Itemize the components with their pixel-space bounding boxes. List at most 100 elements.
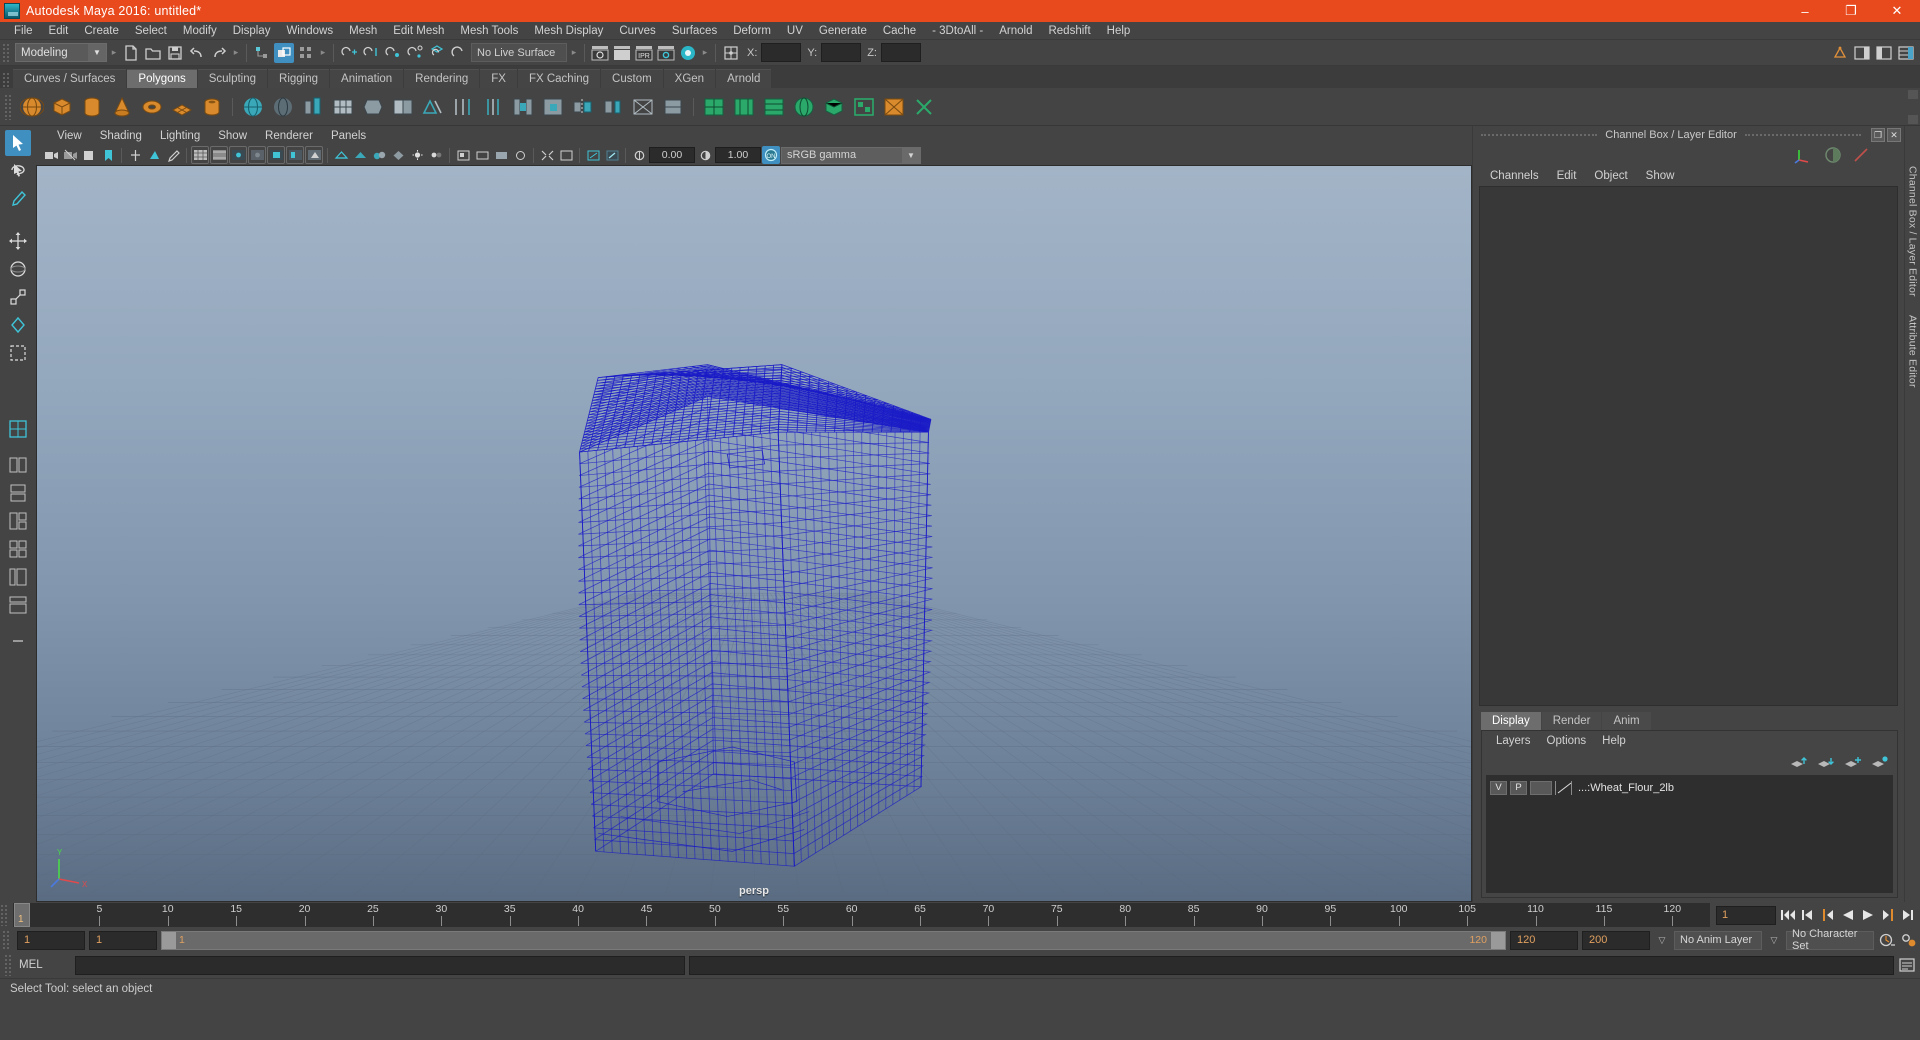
polygon-torus-icon[interactable] [139, 94, 165, 120]
menu-help[interactable]: Help [1099, 22, 1139, 40]
shelf-icons-grip[interactable] [4, 93, 12, 120]
combine-icon[interactable] [390, 94, 416, 120]
close-button[interactable]: ✕ [1874, 0, 1920, 22]
color-pick-icon[interactable] [603, 146, 621, 164]
shelf-tab-curves-surfaces[interactable]: Curves / Surfaces [13, 69, 127, 88]
append-polygon-icon[interactable] [420, 94, 446, 120]
polygon-sphere-icon[interactable] [19, 94, 45, 120]
time-slider-playhead[interactable]: 1 [14, 903, 30, 927]
section-collapse-icon-4[interactable]: ▸ [569, 44, 579, 62]
automatic-uv-icon[interactable] [821, 94, 847, 120]
show-hide-modeling-toolkit-icon[interactable] [1830, 43, 1850, 63]
gamma-input[interactable] [715, 147, 761, 163]
use-default-material-icon[interactable] [389, 146, 407, 164]
menu-surfaces[interactable]: Surfaces [664, 22, 725, 40]
shelf-tab-custom[interactable]: Custom [601, 69, 663, 88]
time-slider[interactable]: 1 5 10 15 20 25 30 35 40 45 50 55 60 65 70 75 80 85 90 95 1… [13, 903, 1710, 927]
play-forwards-button[interactable] [1860, 905, 1876, 925]
motion-blur-icon[interactable] [473, 146, 491, 164]
shelf-tab-fx-caching[interactable]: FX Caching [517, 69, 601, 88]
layer-display-type-toggle[interactable] [1530, 780, 1552, 795]
display-layer-list[interactable]: V P ...:Wheat_Flour_2lb [1486, 775, 1893, 893]
coord-z-input[interactable] [880, 43, 921, 62]
section-collapse-icon-3[interactable]: ▸ [318, 44, 328, 62]
next-key-button[interactable] [1880, 905, 1896, 925]
mirror-geometry-icon[interactable] [570, 94, 596, 120]
polygon-cone-icon[interactable] [109, 94, 135, 120]
shade-textured-icon[interactable] [370, 146, 388, 164]
auto-keyframe-toggle-icon[interactable] [1878, 930, 1896, 950]
select-by-component-type-button[interactable] [296, 43, 316, 63]
channelbox-content-area[interactable] [1479, 186, 1898, 706]
depth-of-field-icon[interactable] [511, 146, 529, 164]
range-handle-right[interactable] [1491, 931, 1505, 949]
select-by-hierarchy-button[interactable] [252, 43, 272, 63]
paint-select-tool-icon[interactable] [5, 186, 31, 212]
bevel-icon[interactable] [360, 94, 386, 120]
range-handle-left[interactable] [162, 931, 176, 949]
sphere-smooth-icon[interactable] [270, 94, 296, 120]
render-sequence-icon[interactable] [612, 43, 632, 63]
snap-to-grid-icon[interactable] [339, 43, 359, 63]
layer-name-label[interactable]: ...:Wheat_Flour_2lb [1578, 782, 1674, 794]
lasso-tool-icon[interactable] [5, 158, 31, 184]
xray-icon[interactable] [286, 146, 304, 164]
create-new-layer-icon[interactable] [1844, 755, 1862, 769]
minimize-button[interactable]: – [1782, 0, 1828, 22]
mel-output-field[interactable] [689, 955, 1894, 975]
exposure-input[interactable] [649, 147, 695, 163]
resolution-gate-icon[interactable] [229, 146, 247, 164]
planar-uv-icon[interactable] [731, 94, 757, 120]
new-scene-button[interactable] [121, 43, 141, 63]
move-tool-icon[interactable] [5, 228, 31, 254]
snap-to-curve-icon[interactable] [361, 43, 381, 63]
layout-two-pane-stacked-icon[interactable] [5, 480, 31, 506]
film-gate-icon[interactable] [210, 146, 228, 164]
move-layer-down-icon[interactable] [1817, 755, 1835, 769]
soft-select-icon[interactable] [5, 340, 31, 366]
melrow-grip[interactable] [4, 954, 12, 976]
layout-three-pane-icon[interactable] [5, 508, 31, 534]
layout-two-pane-side-icon[interactable] [5, 452, 31, 478]
show-hide-tool-settings-icon[interactable] [1874, 43, 1894, 63]
script-editor-icon[interactable] [1898, 955, 1916, 975]
anim-end-input[interactable] [1582, 930, 1650, 950]
menu-mesh-tools[interactable]: Mesh Tools [452, 22, 526, 40]
menu-arnold[interactable]: Arnold [991, 22, 1040, 40]
menu-mesh-display[interactable]: Mesh Display [526, 22, 611, 40]
snap-to-projected-center-icon[interactable] [405, 43, 425, 63]
exposure-region-icon[interactable] [267, 146, 285, 164]
viewport-menu-shading[interactable]: Shading [91, 130, 151, 142]
channelbox-menu-object[interactable]: Object [1585, 170, 1636, 182]
coord-x-input[interactable] [761, 43, 802, 62]
vtab-attribute-editor[interactable]: Attribute Editor [1907, 311, 1919, 392]
snap-to-view-planes-icon[interactable] [427, 43, 447, 63]
vtab-channel-box-layer-editor[interactable]: Channel Box / Layer Editor [1907, 162, 1919, 301]
sphere-sculpt-icon[interactable] [240, 94, 266, 120]
lighting-icon[interactable] [408, 146, 426, 164]
image-plane-icon[interactable] [126, 146, 144, 164]
scale-tool-icon[interactable] [5, 284, 31, 310]
current-frame-input[interactable] [1716, 905, 1776, 925]
uv-editor-icon[interactable] [701, 94, 727, 120]
anim-layer-dropdown-icon[interactable]: ▽ [1654, 931, 1670, 950]
red-slash-icon[interactable] [1852, 146, 1870, 164]
step-forward-button[interactable] [1900, 905, 1916, 925]
rotate-tool-icon[interactable] [5, 256, 31, 282]
shelf-tab-xgen[interactable]: XGen [663, 69, 716, 88]
viewport-menu-renderer[interactable]: Renderer [256, 130, 322, 142]
color-management-selector[interactable]: sRGB gamma ▼ [781, 146, 921, 164]
gamma-icon[interactable] [696, 146, 714, 164]
menu-edit[interactable]: Edit [41, 22, 77, 40]
menu-uv[interactable]: UV [779, 22, 811, 40]
open-scene-button[interactable] [143, 43, 163, 63]
channelbox-menu-edit[interactable]: Edit [1548, 170, 1586, 182]
maximize-button[interactable]: ❐ [1828, 0, 1874, 22]
polygon-cube-icon[interactable] [49, 94, 75, 120]
redo-button[interactable] [209, 43, 229, 63]
layer-menu-layers[interactable]: Layers [1488, 735, 1539, 747]
polygon-plane-icon[interactable] [169, 94, 195, 120]
tab-render-layers[interactable]: Render [1541, 712, 1602, 730]
menu-3dtoall[interactable]: - 3DtoAll - [924, 22, 991, 40]
shading-sphere-icon[interactable] [1824, 146, 1842, 164]
